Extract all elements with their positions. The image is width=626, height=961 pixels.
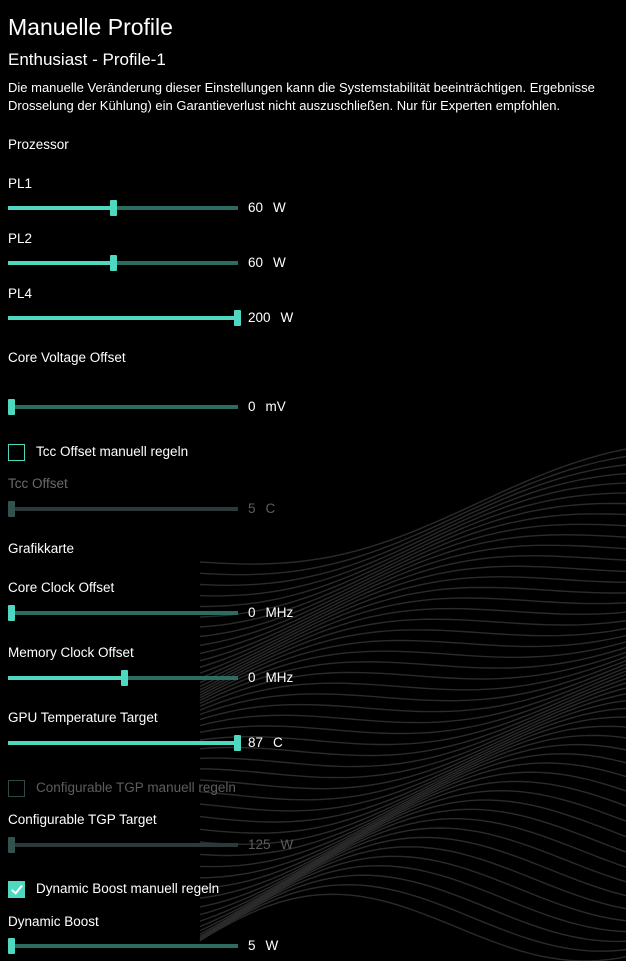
slider-fill [8, 316, 237, 320]
slider-thumb[interactable] [234, 310, 241, 326]
tgp-manual-checkbox-row: Configurable TGP manuell regeln [8, 780, 268, 800]
slider-fill [8, 741, 237, 745]
section-processor: Prozessor [8, 137, 69, 152]
dynamic-boost-slider[interactable] [8, 937, 240, 955]
warning-line-1: Die manuelle Veränderung dieser Einstell… [8, 80, 595, 95]
core-voltage-value-number: 0 [248, 399, 256, 414]
warning-description: Die manuelle Veränderung dieser Einstell… [8, 79, 595, 115]
pl2-value-number: 60 [248, 255, 264, 270]
slider-track [8, 611, 238, 615]
pl4-value-number: 200 [248, 310, 271, 325]
slider-thumb [8, 501, 15, 517]
pl1-value-number: 60 [248, 200, 264, 215]
page-title: Manuelle Profile [8, 14, 173, 40]
dynamic-boost-value-unit: W [265, 938, 279, 953]
core-clock-value-unit: MHz [265, 605, 294, 620]
slider-track [8, 405, 238, 409]
tcc-offset-manual-checkbox-row[interactable]: Tcc Offset manuell regeln [8, 444, 268, 464]
memory-clock-offset-value: 0 MHz [248, 670, 293, 685]
tgp-target-value: 125 W [248, 837, 293, 852]
gpu-temp-value-number: 87 [248, 735, 264, 750]
slider-track [8, 843, 238, 847]
slider-thumb[interactable] [234, 735, 241, 751]
slider-thumb[interactable] [110, 255, 117, 271]
tcc-offset-value: 5C [248, 501, 275, 516]
tgp-manual-label: Configurable TGP manuell regeln [36, 780, 236, 795]
dynamic-boost-label: Dynamic Boost [8, 914, 99, 929]
tcc-offset-slider [8, 500, 240, 518]
core-voltage-offset-value: 0 mV [248, 399, 286, 414]
manual-profiles-page: Manuelle Profile Enthusiast - Profile-1 … [0, 0, 626, 961]
slider-thumb[interactable] [8, 605, 15, 621]
pl2-slider[interactable] [8, 254, 240, 272]
tgp-target-label: Configurable TGP Target [8, 812, 157, 827]
memory-clock-offset-label: Memory Clock Offset [8, 645, 134, 660]
memory-clock-value-number: 0 [248, 670, 256, 685]
warning-line-2: Drosselung der Kühlung) ein Garantieverl… [8, 98, 561, 113]
pl2-value-unit: W [273, 255, 286, 270]
pl1-value: 60 W [248, 200, 286, 215]
slider-track [8, 944, 238, 948]
slider-thumb[interactable] [121, 670, 128, 686]
slider-thumb[interactable] [8, 399, 15, 415]
tgp-manual-checkbox [8, 780, 25, 797]
slider-fill [8, 206, 113, 210]
pl4-slider[interactable] [8, 309, 241, 327]
core-clock-value-number: 0 [248, 605, 256, 620]
gpu-temperature-target-value: 87 C [248, 735, 283, 750]
tcc-offset-value-unit: C [265, 501, 276, 516]
slider-thumb [8, 837, 15, 853]
memory-clock-value-unit: MHz [265, 670, 294, 685]
pl1-value-unit: W [273, 200, 286, 215]
slider-fill [8, 676, 124, 680]
tcc-offset-label: Tcc Offset [8, 476, 68, 491]
pl4-value: 200 W [248, 310, 293, 325]
tgp-target-value-number: 125 [248, 837, 271, 852]
slider-thumb[interactable] [110, 200, 117, 216]
gpu-temp-value-unit: C [273, 735, 283, 750]
dynamic-boost-manual-checkbox-row[interactable]: Dynamic Boost manuell regeln [8, 881, 268, 901]
core-voltage-offset-label: Core Voltage Offset [8, 350, 126, 365]
profile-name: Enthusiast - Profile-1 [8, 50, 166, 69]
core-clock-offset-label: Core Clock Offset [8, 580, 115, 595]
dynamic-boost-value: 5W [248, 938, 278, 953]
core-voltage-offset-slider[interactable] [8, 398, 240, 416]
slider-track [8, 507, 238, 511]
pl2-value: 60 W [248, 255, 286, 270]
tcc-offset-manual-label: Tcc Offset manuell regeln [36, 444, 189, 459]
tcc-offset-manual-checkbox[interactable] [8, 444, 25, 461]
slider-fill [8, 261, 113, 265]
pl4-value-unit: W [280, 310, 294, 325]
dynamic-boost-manual-checkbox[interactable] [8, 881, 25, 898]
pl4-label: PL4 [8, 286, 33, 301]
tcc-offset-value-number: 5 [248, 501, 256, 516]
gpu-temperature-target-label: GPU Temperature Target [8, 710, 158, 725]
dynamic-boost-value-number: 5 [248, 938, 256, 953]
tgp-target-slider [8, 836, 240, 854]
gpu-temperature-target-slider[interactable] [8, 734, 241, 752]
core-clock-offset-slider[interactable] [8, 604, 240, 622]
pl1-label: PL1 [8, 176, 33, 191]
tgp-target-value-unit: W [280, 837, 294, 852]
memory-clock-offset-slider[interactable] [8, 669, 240, 687]
core-clock-offset-value: 0 MHz [248, 605, 293, 620]
section-graphics-card: Grafikkarte [8, 541, 75, 556]
core-voltage-value-unit: mV [265, 399, 286, 414]
pl2-label: PL2 [8, 231, 33, 246]
slider-thumb[interactable] [8, 938, 15, 954]
dynamic-boost-manual-label: Dynamic Boost manuell regeln [36, 881, 220, 896]
pl1-slider[interactable] [8, 199, 240, 217]
